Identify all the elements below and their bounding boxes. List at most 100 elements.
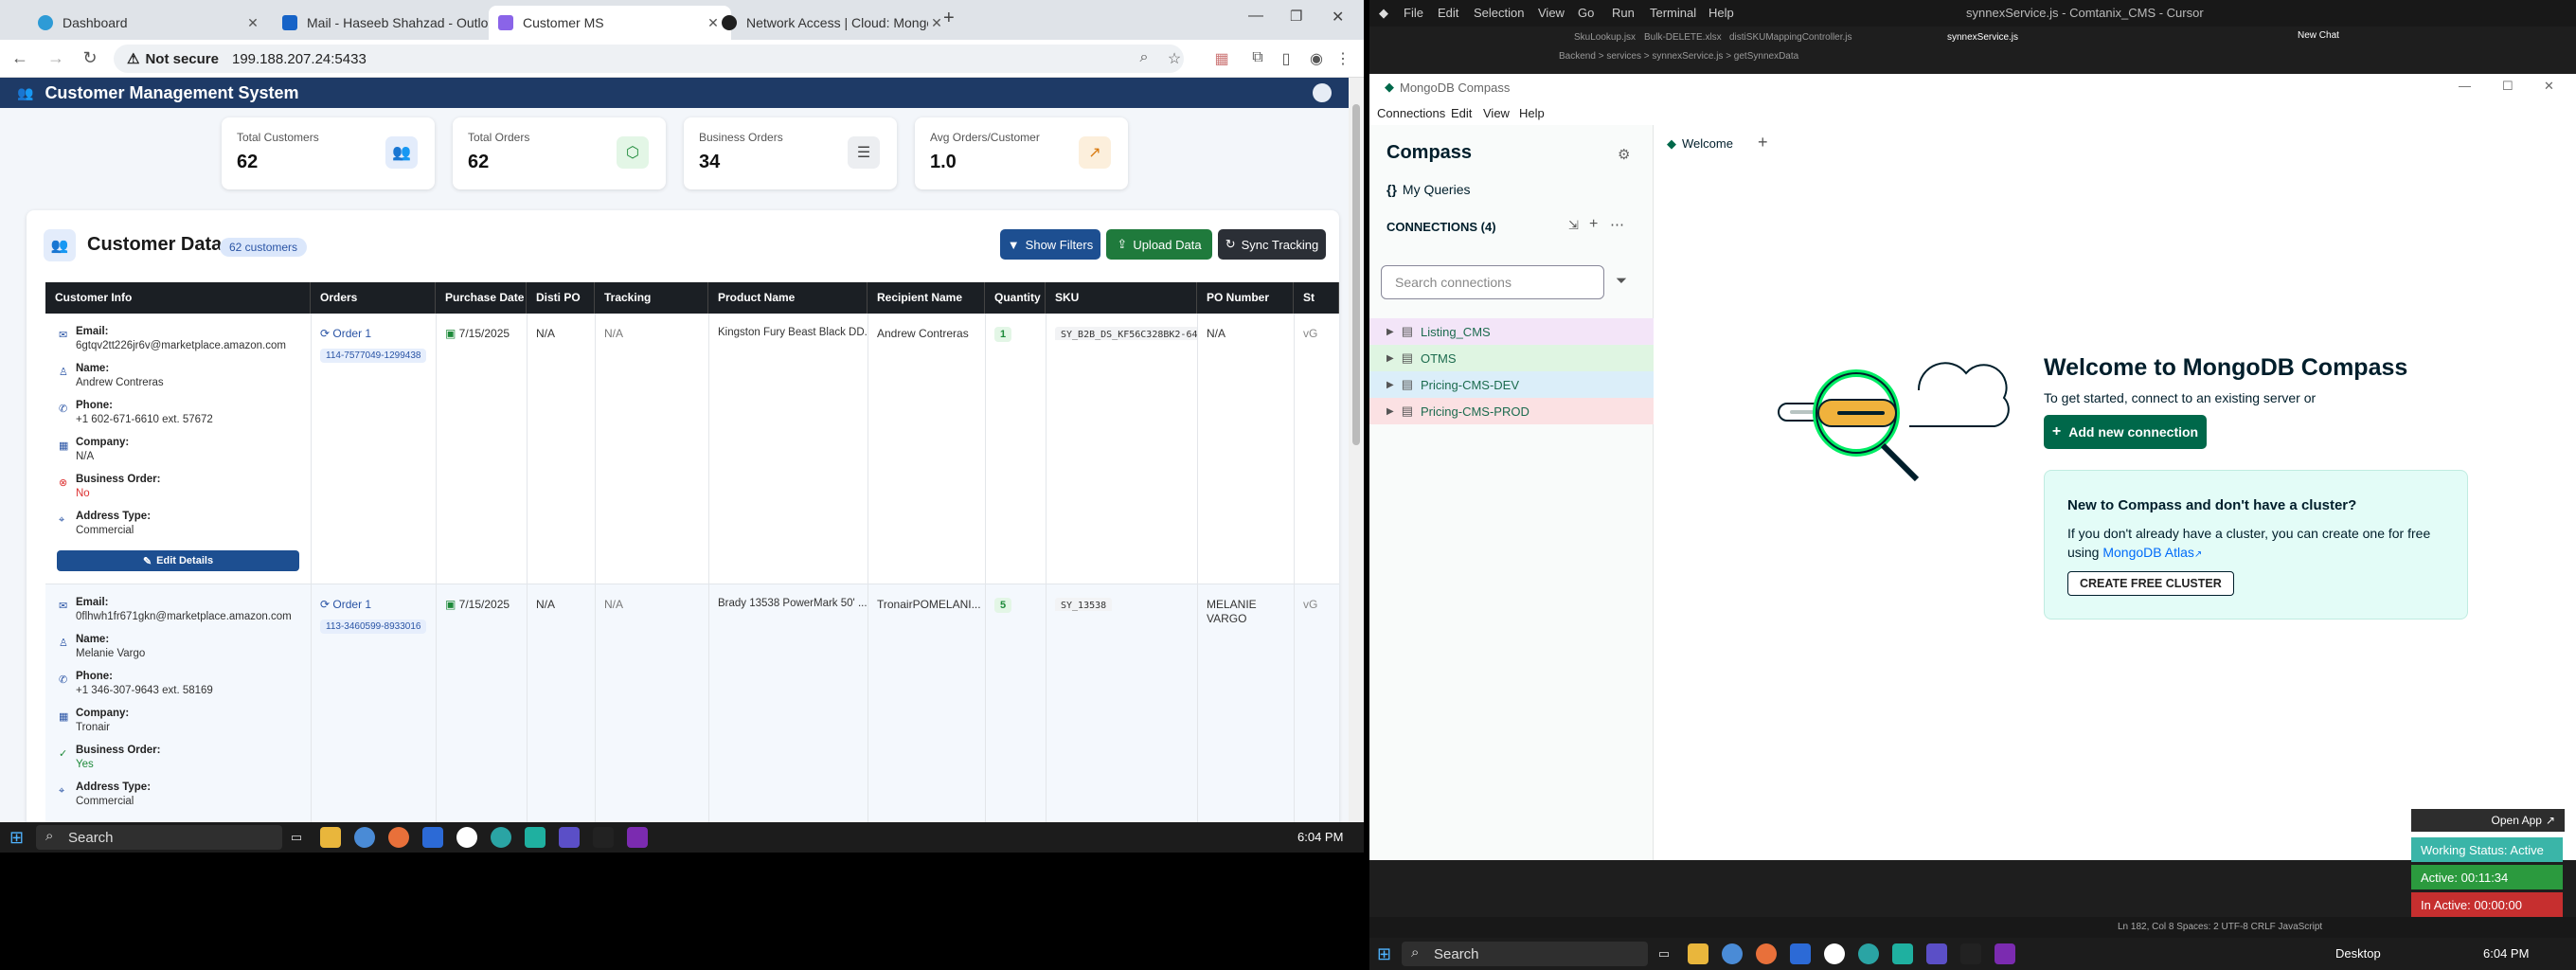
file-explorer-icon[interactable] [320, 827, 341, 848]
create-free-cluster-button[interactable]: CREATE FREE CLUSTER [2067, 571, 2234, 596]
sidepanel-icon[interactable]: ▯ [1277, 49, 1296, 68]
more-icon[interactable]: ⋯ [1610, 216, 1624, 233]
order-link[interactable]: ⟳ Order 1 [311, 327, 436, 340]
github-icon[interactable] [456, 827, 477, 848]
zoom-app-icon[interactable] [1790, 943, 1811, 964]
app-icon[interactable] [388, 827, 409, 848]
windows-start-icon[interactable]: ⊞ [1377, 944, 1391, 964]
compass-main: ◆ Welcome + Welcome to MongoDB Compass To… [1654, 125, 2576, 860]
taskbar-search[interactable]: ⌕ Search [36, 825, 282, 850]
extension-icon[interactable]: ▦ [1212, 49, 1231, 68]
onenote-icon[interactable] [627, 827, 648, 848]
collapse-icon[interactable]: ⇲ [1568, 218, 1579, 233]
search-connections-input[interactable]: Search connections [1381, 265, 1604, 299]
onenote-icon[interactable] [1995, 943, 2015, 964]
new-tab-icon[interactable]: + [1758, 133, 1768, 153]
file-explorer-icon[interactable] [1688, 943, 1708, 964]
tab-mail[interactable]: Mail - Haseeb Shahzad - Outlo ✕ [273, 6, 515, 40]
bookmark-star-icon[interactable]: ☆ [1165, 49, 1184, 68]
active-timer: Active: 00:11:34 [2411, 865, 2563, 889]
chrome-icon[interactable] [1722, 943, 1743, 964]
status-cell: vG [1303, 327, 1318, 340]
minimize-icon[interactable]: — [2459, 79, 2471, 93]
avatar[interactable] [1313, 83, 1332, 102]
sync-tracking-button[interactable]: ↻ Sync Tracking [1218, 229, 1326, 260]
new-chat-tab[interactable]: New Chat [2298, 30, 2339, 41]
connection-pricing-cms-prod[interactable]: ▶ ▤ Pricing-CMS-PROD [1369, 398, 1654, 424]
tab-customer-ms[interactable]: Customer MS ✕ [489, 6, 731, 40]
task-view-icon[interactable]: ▭ [1654, 943, 1674, 964]
app-icon[interactable] [491, 827, 511, 848]
app-icon[interactable] [525, 827, 546, 848]
caret-right-icon: ▶ [1386, 405, 1394, 417]
profile-icon[interactable]: ◉ [1307, 49, 1326, 68]
reload-icon[interactable]: ↻ [80, 48, 100, 68]
welcome-title: Welcome to MongoDB Compass [2044, 354, 2408, 381]
add-new-connection-button[interactable]: + Add new connection [2044, 415, 2207, 449]
app-icon[interactable] [1756, 943, 1777, 964]
business-order-field: ✓ Business Order: Yes [59, 745, 161, 770]
cursor-icon[interactable] [1960, 943, 1981, 964]
zoom-icon[interactable]: ⌕ [1135, 49, 1154, 66]
search-icon: ⌕ [45, 828, 54, 844]
email-field: ✉ Email: 6gtqv2tt226jr6v@marketplace.amaz… [59, 326, 286, 351]
app-icon[interactable] [1892, 943, 1913, 964]
scrollbar-thumb[interactable] [1352, 104, 1360, 445]
puzzle-icon[interactable]: ⧉ [1248, 49, 1267, 66]
order-id-chip[interactable]: 113-3460599-8933016 [320, 620, 427, 634]
order-id-chip[interactable]: 114-7577049-1299438 [320, 349, 427, 363]
name-field: ♙ Name: Melanie Vargo [59, 634, 146, 659]
menu-dots-icon[interactable]: ⋮ [1333, 49, 1352, 68]
forward-icon[interactable]: → [45, 48, 66, 68]
upload-data-button[interactable]: ⇪ Upload Data [1106, 229, 1212, 260]
tab-network-access[interactable]: Network Access | Cloud: Mongo ✕ [712, 6, 955, 40]
teams-icon[interactable] [1926, 943, 1947, 964]
new-tab-icon[interactable]: + [943, 8, 955, 29]
task-view-icon[interactable]: ▭ [286, 827, 307, 848]
caret-right-icon: ▶ [1386, 326, 1394, 337]
not-secure-label[interactable]: ⚠ Not secure [127, 50, 219, 68]
close-window-icon[interactable]: ✕ [2544, 79, 2554, 94]
maximize-icon[interactable]: ☐ [2502, 79, 2513, 94]
show-filters-button[interactable]: ▼ Show Filters [1000, 229, 1100, 260]
teams-icon[interactable] [559, 827, 580, 848]
windows-start-icon[interactable]: ⊞ [9, 828, 24, 848]
filter-icon[interactable]: ⏷ [1616, 273, 1627, 289]
settings-gear-icon[interactable]: ⚙ [1618, 146, 1630, 163]
zoom-app-icon[interactable] [422, 827, 443, 848]
editor-status: Ln 182, Col 8 Spaces: 2 UTF-8 CRLF JavaS… [2118, 922, 2323, 932]
close-window-icon[interactable]: ✕ [1332, 8, 1344, 27]
taskbar-search[interactable]: ⌕ Search [1402, 942, 1648, 966]
cursor-icon[interactable] [593, 827, 614, 848]
open-app-button[interactable]: Open App ↗ [2411, 809, 2565, 832]
url-text[interactable]: 199.188.207.24:5433 [232, 51, 367, 67]
connection-otms[interactable]: ▶ ▤ OTMS [1369, 345, 1654, 371]
url-bar[interactable]: ⚠ Not secure 199.188.207.24:5433 [114, 45, 1184, 73]
edit-details-button[interactable]: ✎ Edit Details [57, 550, 299, 571]
clock[interactable]: 6:04 PM [2483, 946, 2529, 961]
back-icon[interactable]: ← [9, 48, 30, 68]
tab-welcome[interactable]: ◆ Welcome [1667, 136, 1733, 152]
phone-icon: ✆ [59, 404, 68, 415]
tab-dashboard[interactable]: Dashboard ✕ [28, 6, 271, 40]
add-connection-icon[interactable]: + [1589, 216, 1598, 233]
page-scrollbar[interactable] [1349, 78, 1364, 822]
connection-pricing-cms-dev[interactable]: ▶ ▤ Pricing-CMS-DEV [1369, 371, 1654, 398]
app-icon[interactable] [1858, 943, 1879, 964]
clock[interactable]: 6:04 PM [1297, 830, 1343, 844]
maximize-icon[interactable]: ❐ [1290, 8, 1302, 25]
chrome-icon[interactable] [354, 827, 375, 848]
desktop-toolbar[interactable]: Desktop [2335, 946, 2381, 961]
order-link[interactable]: ⟳ Order 1 [311, 598, 436, 611]
atlas-link[interactable]: MongoDB Atlas [2102, 545, 2194, 560]
calendar-icon: ▣ [445, 598, 459, 611]
github-icon[interactable] [1824, 943, 1845, 964]
table-row: ✉ Email: 0flhwh1fr671gkn@marketplace.amaz… [45, 584, 1339, 822]
my-queries-link[interactable]: {} My Queries [1386, 182, 1470, 197]
minimize-icon[interactable]: — [1248, 8, 1263, 25]
close-tab-icon[interactable]: ✕ [244, 15, 261, 31]
po-number: MELANIE VARGO [1207, 598, 1257, 625]
connection-listing-cms[interactable]: ▶ ▤ Listing_CMS [1369, 318, 1654, 345]
product-name: Brady 13538 PowerMark 50' ... [718, 598, 868, 609]
business-order-field: ⊗ Business Order: No [59, 474, 161, 499]
